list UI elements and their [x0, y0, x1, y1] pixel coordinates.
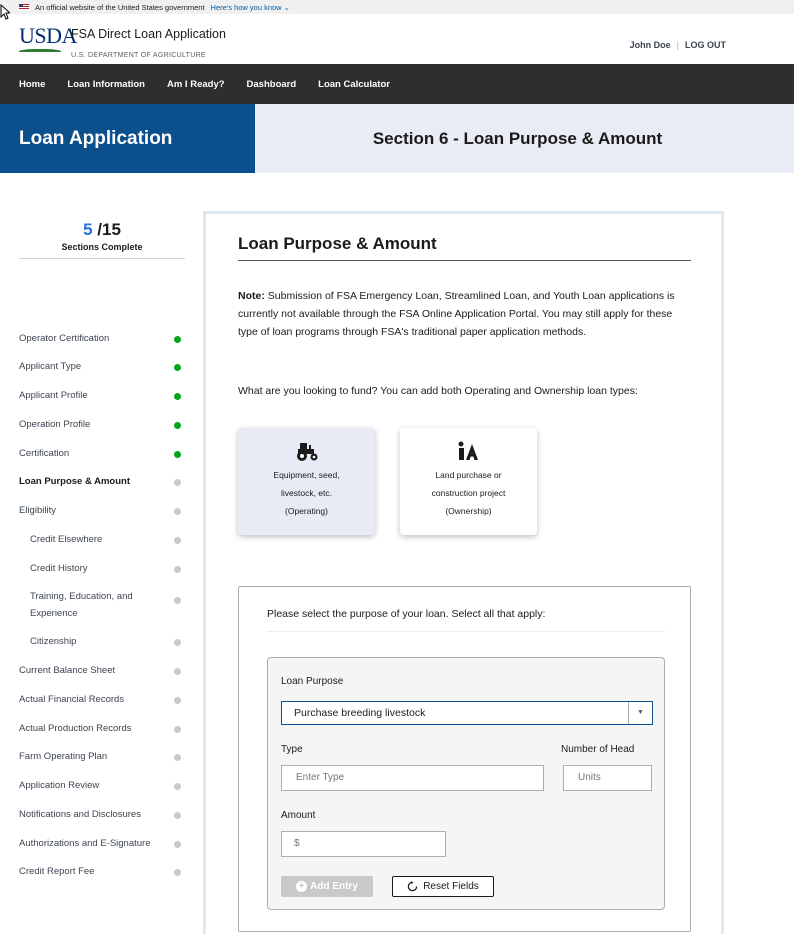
- sections-complete-count: 5: [83, 220, 93, 239]
- status-dot-icon: [174, 782, 181, 790]
- loan-purpose-card: Loan Purpose & Amount Note: Submission o…: [203, 211, 724, 934]
- loan-purpose-label: Loan Purpose: [281, 676, 344, 687]
- sidebar-item-notifications-and-disclosures[interactable]: Notifications and Disclosures: [19, 806, 185, 823]
- status-dot-icon: [174, 696, 181, 704]
- status-dot-icon: [174, 667, 181, 675]
- loan-purpose-select[interactable]: Purchase breeding livestock ▼: [281, 701, 653, 725]
- status-dot-icon: [174, 840, 181, 848]
- sidebar-item-farm-operating-plan[interactable]: Farm Operating Plan: [19, 748, 185, 765]
- fund-question: What are you looking to fund? You can ad…: [238, 385, 638, 397]
- section-sidebar: 5 /15 Sections Complete Operator Certifi…: [19, 220, 185, 877]
- status-dot-icon: [174, 725, 181, 733]
- status-dot-icon: [174, 565, 181, 573]
- sidebar-item-credit-elsewhere[interactable]: Credit Elsewhere: [19, 531, 185, 548]
- type-label: Type: [281, 744, 303, 755]
- land-house-icon: [400, 440, 537, 466]
- dropdown-caret-icon[interactable]: ▼: [628, 702, 652, 724]
- title-divider: [238, 260, 691, 261]
- sidebar-item-applicant-type[interactable]: Applicant Type: [19, 358, 185, 375]
- status-dot-icon: [174, 392, 181, 400]
- nav-loan-information[interactable]: Loan Information: [67, 79, 145, 90]
- sidebar-item-credit-history[interactable]: Credit History: [19, 560, 185, 577]
- sidebar-item-operation-profile[interactable]: Operation Profile: [19, 416, 185, 433]
- us-flag-icon: [19, 4, 29, 10]
- hero-title: Loan Application: [0, 104, 255, 173]
- loan-purpose-section: Please select the purpose of your loan. …: [238, 586, 691, 932]
- user-name: John Doe: [629, 40, 671, 50]
- sidebar-item-actual-financial-records[interactable]: Actual Financial Records: [19, 691, 185, 708]
- plus-circle-icon: +: [296, 881, 308, 892]
- type-input[interactable]: Enter Type: [281, 765, 544, 791]
- number-of-head-input[interactable]: Units: [563, 765, 652, 791]
- sidebar-item-credit-report-fee[interactable]: Credit Report Fee: [19, 863, 185, 880]
- note-text: Note: Submission of FSA Emergency Loan, …: [238, 290, 675, 338]
- reset-icon: [407, 881, 418, 892]
- status-dot-icon: [174, 335, 181, 343]
- progress-summary: 5 /15 Sections Complete: [19, 220, 185, 259]
- heres-how-you-know-link[interactable]: Here's how you know ⌄: [211, 3, 290, 12]
- nav-home[interactable]: Home: [19, 79, 45, 90]
- status-dot-icon: [174, 811, 181, 819]
- nav-loan-calculator[interactable]: Loan Calculator: [318, 79, 390, 90]
- purpose-question: Please select the purpose of your loan. …: [267, 608, 546, 620]
- nav-dashboard[interactable]: Dashboard: [247, 79, 297, 90]
- gov-banner-text: An official website of the United States…: [35, 2, 205, 12]
- ownership-loan-option[interactable]: Land purchase or construction project (O…: [400, 428, 537, 535]
- sidebar-item-actual-production-records[interactable]: Actual Production Records: [19, 720, 185, 737]
- sidebar-item-current-balance-sheet[interactable]: Current Balance Sheet: [19, 662, 185, 679]
- status-dot-icon: [174, 597, 181, 604]
- status-dot-icon: [174, 638, 181, 646]
- sidebar-item-application-review[interactable]: Application Review: [19, 777, 185, 794]
- sidebar-item-applicant-profile[interactable]: Applicant Profile: [19, 387, 185, 404]
- nav-am-i-ready[interactable]: Am I Ready?: [167, 79, 225, 90]
- status-dot-icon: [174, 536, 181, 544]
- sidebar-item-citizenship[interactable]: Citizenship: [19, 633, 185, 650]
- status-dot-icon: [174, 363, 181, 371]
- sidebar-item-certification[interactable]: Certification: [19, 445, 185, 462]
- sidebar-item-operator-certification[interactable]: Operator Certification: [19, 330, 185, 347]
- number-of-head-label: Number of Head: [561, 744, 635, 755]
- status-dot-icon: [174, 753, 181, 761]
- page-hero: Loan Application Section 6 - Loan Purpos…: [0, 104, 794, 173]
- sidebar-item-loan-purpose-amount[interactable]: Loan Purpose & Amount: [19, 473, 185, 490]
- user-area: John Doe | LOG OUT: [629, 40, 726, 50]
- logout-link[interactable]: LOG OUT: [685, 40, 726, 50]
- sections-total: /15: [92, 220, 121, 239]
- sidebar-item-training-education-and-experience[interactable]: Training, Education, and Experience: [19, 588, 185, 622]
- status-dot-icon: [174, 868, 181, 876]
- add-entry-button[interactable]: + Add Entry: [281, 876, 373, 897]
- app-title: FSA Direct Loan Application: [71, 27, 226, 41]
- usda-logo[interactable]: USDA: [19, 24, 77, 58]
- sidebar-item-authorizations-and-e-signature[interactable]: Authorizations and E-Signature: [19, 835, 185, 852]
- sidebar-item-eligibility[interactable]: Eligibility: [19, 502, 185, 519]
- status-dot-icon: [174, 421, 181, 429]
- amount-input[interactable]: $: [281, 831, 446, 857]
- gov-banner: An official website of the United States…: [0, 0, 794, 14]
- operating-loan-option[interactable]: Equipment, seed, livestock, etc. (Operat…: [238, 428, 375, 535]
- loan-entry-form: Loan Purpose Purchase breeding livestock…: [267, 657, 665, 910]
- reset-fields-button[interactable]: Reset Fields: [392, 876, 494, 897]
- status-dot-icon: [174, 507, 181, 515]
- site-header: USDA FSA Direct Loan Application U.S. DE…: [0, 14, 794, 64]
- main-nav: Home Loan Information Am I Ready? Dashbo…: [0, 64, 794, 104]
- tractor-icon: [238, 440, 375, 466]
- status-dot-icon: [174, 478, 181, 486]
- progress-label: Sections Complete: [61, 242, 143, 252]
- amount-label: Amount: [281, 810, 316, 821]
- status-dot-icon: [174, 450, 181, 458]
- page-title: Loan Purpose & Amount: [238, 234, 437, 253]
- department-name: U.S. DEPARTMENT OF AGRICULTURE: [71, 52, 206, 59]
- section-title: Section 6 - Loan Purpose & Amount: [255, 104, 794, 173]
